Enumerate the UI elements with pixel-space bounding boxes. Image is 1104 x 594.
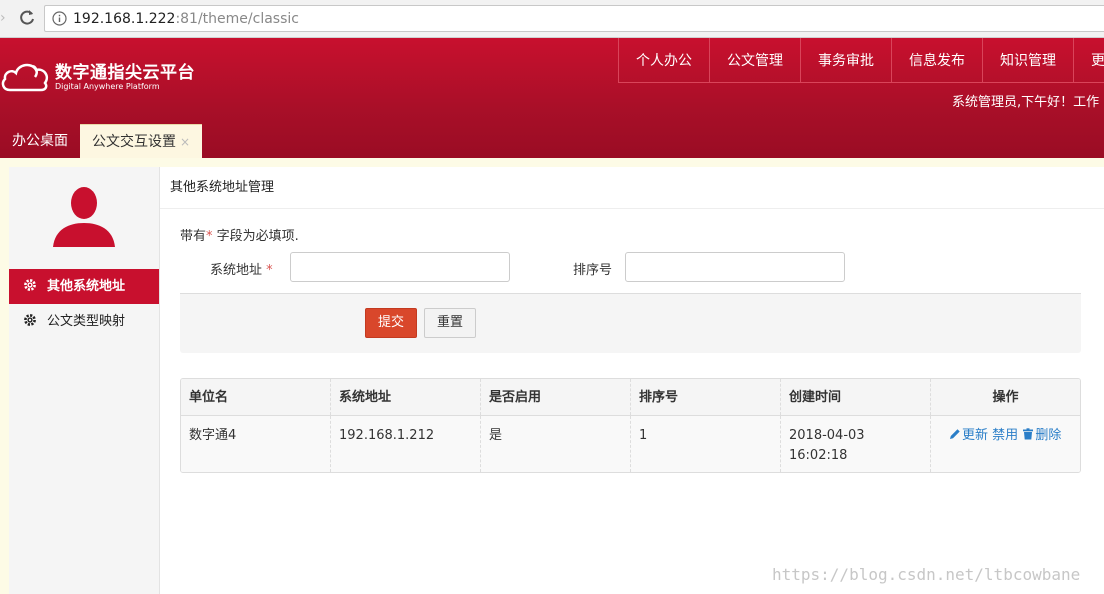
app-header: 数字通指尖云平台 Digital Anywhere Platform 个人办公 … <box>0 38 1104 158</box>
url-path: :81/theme/classic <box>175 11 299 27</box>
column-header: 操作 <box>992 390 1019 405</box>
table-header: 单位名 系统地址 是否启用 排序号 创建时间 操作 <box>181 379 1080 416</box>
address-bar[interactable]: 192.168.1.222:81/theme/classic <box>44 5 1104 32</box>
cell-sort: 1 <box>631 416 781 472</box>
cell-operations: 更新 禁用 删除 <box>931 416 1080 472</box>
tab-label: 办公桌面 <box>12 133 68 149</box>
column-header[interactable]: 排序号 <box>631 379 781 415</box>
required-note: 带有* 字段为必填项. <box>180 225 299 244</box>
pencil-icon <box>950 429 960 439</box>
required-note-prefix: 带有 <box>180 229 207 244</box>
nav-approval[interactable]: 事务审批 <box>801 38 892 82</box>
address-label: 系统地址 * <box>210 259 273 278</box>
tab-bar: 办公桌面 公文交互设置 × <box>0 124 203 158</box>
url-host: 192.168.1.222 <box>73 11 176 27</box>
address-table: 单位名 系统地址 是否启用 排序号 创建时间 操作 数字通4 192.168.1… <box>180 378 1081 473</box>
column-header[interactable]: 单位名 <box>181 379 331 415</box>
required-star: * <box>266 263 273 278</box>
brand-title: 数字通指尖云平台 <box>55 63 195 83</box>
nav-personal-office[interactable]: 个人办公 <box>619 38 710 82</box>
brand-subtitle: Digital Anywhere Platform <box>55 82 160 91</box>
forward-icon[interactable]: › <box>0 10 6 26</box>
main-panel: 其他系统地址管理 带有* 字段为必填项. 系统地址 * 排序号 提交 重置 单位… <box>160 167 1104 594</box>
page-title: 其他系统地址管理 <box>160 167 1104 209</box>
cloud-logo-icon <box>1 63 49 92</box>
cell-created: 2018-04-03 16:02:18 <box>781 416 931 472</box>
submit-button[interactable]: 提交 <box>365 308 418 338</box>
tab-desktop[interactable]: 办公桌面 <box>0 124 80 158</box>
url-text: 192.168.1.222:81/theme/classic <box>73 11 299 27</box>
content-frame: 其他系统地址 公文类型映射 其他系统地址管理 带有* 字段为必填项. 系统地址 … <box>0 158 1104 594</box>
tab-label: 公文交互设置 <box>92 134 176 150</box>
reload-icon[interactable] <box>16 7 38 29</box>
update-link-label: 更新 <box>962 428 989 443</box>
sort-input[interactable] <box>625 252 845 282</box>
avatar-icon <box>53 187 115 247</box>
gear-icon <box>24 314 36 326</box>
sidebar-item-other-system-address[interactable]: 其他系统地址 <box>9 269 159 304</box>
nav-knowledge[interactable]: 知识管理 <box>983 38 1074 82</box>
delete-link[interactable]: 删除 <box>1022 428 1061 443</box>
disable-link[interactable]: 禁用 <box>992 428 1018 443</box>
tab-document-exchange-settings[interactable]: 公文交互设置 × <box>80 124 203 158</box>
top-navigation: 个人办公 公文管理 事务审批 信息发布 知识管理 更 <box>618 38 1104 83</box>
info-icon[interactable] <box>52 11 67 26</box>
cell-address: 192.168.1.212 <box>331 416 481 472</box>
column-header[interactable]: 创建时间 <box>781 379 931 415</box>
table-row[interactable]: 数字通4 192.168.1.212 是 1 2018-04-03 16:02:… <box>181 416 1080 472</box>
update-link[interactable]: 更新 <box>949 428 988 443</box>
sidebar-item-document-type-mapping[interactable]: 公文类型映射 <box>9 304 159 339</box>
cell-unit: 数字通4 <box>181 416 331 472</box>
nav-document-management[interactable]: 公文管理 <box>710 38 801 82</box>
sidebar-item-label: 公文类型映射 <box>47 314 126 329</box>
close-icon[interactable]: × <box>180 135 190 149</box>
sidebar: 其他系统地址 公文类型映射 <box>9 167 160 594</box>
column-header[interactable]: 是否启用 <box>481 379 631 415</box>
gear-icon <box>24 279 36 291</box>
cell-enabled: 是 <box>481 416 631 472</box>
nav-more[interactable]: 更 <box>1074 38 1104 82</box>
address-label-text: 系统地址 <box>210 263 263 278</box>
form-actions: 提交 重置 <box>180 293 1081 353</box>
trash-icon <box>1023 428 1034 440</box>
nav-publishing[interactable]: 信息发布 <box>892 38 983 82</box>
address-input[interactable] <box>290 252 510 282</box>
reset-button[interactable]: 重置 <box>424 308 477 338</box>
browser-toolbar: › 192.168.1.222:81/theme/classic <box>0 0 1104 38</box>
watermark: https://blog.csdn.net/ltbcowbane <box>772 565 1081 584</box>
delete-link-label: 删除 <box>1035 428 1062 443</box>
required-note-suffix: 字段为必填项. <box>212 229 299 244</box>
user-greeting: 系统管理员,下午好！工作 <box>952 95 1100 110</box>
sort-label: 排序号 <box>573 263 613 278</box>
sidebar-item-label: 其他系统地址 <box>47 279 126 294</box>
column-header[interactable]: 系统地址 <box>331 379 481 415</box>
